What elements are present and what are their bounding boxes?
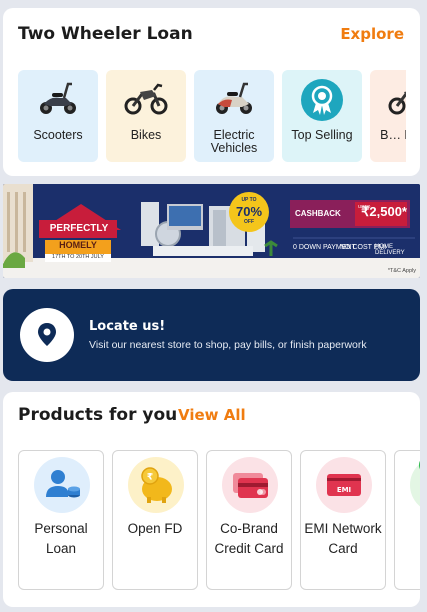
category-bikes[interactable]: Bikes bbox=[106, 70, 186, 162]
bike-icon bbox=[124, 78, 168, 118]
product-emi-network-card[interactable]: EMI EMI Network Card bbox=[300, 450, 386, 590]
bike-icon bbox=[388, 78, 406, 118]
products-title: Products for you bbox=[18, 405, 178, 425]
scooter-icon bbox=[36, 78, 80, 118]
category-label: Electric Vehicles bbox=[210, 128, 258, 155]
promo-banner[interactable]: PERFECTLY HOMELY 17TH TO 20TH JULY UP TO… bbox=[3, 184, 420, 278]
category-label: Scooters bbox=[33, 128, 83, 142]
svg-text:EMI: EMI bbox=[337, 486, 351, 494]
locate-title: Locate us! bbox=[89, 319, 166, 334]
category-top-selling[interactable]: Top Selling bbox=[282, 70, 362, 162]
piggy-bank-icon: ₹ bbox=[128, 457, 184, 513]
category-carousel[interactable]: Scooters Bikes Electric Vehicles Top Sel… bbox=[18, 70, 406, 162]
product-partial[interactable] bbox=[394, 450, 420, 590]
products-card: Products for you View All Personal Loan bbox=[3, 392, 420, 607]
category-partial[interactable]: B… Mile… bbox=[370, 70, 406, 162]
product-co-brand-credit-card[interactable]: Co-Brand Credit Card bbox=[206, 450, 292, 590]
locate-us-card[interactable]: Locate us! Visit our nearest store to sh… bbox=[3, 289, 420, 381]
offer-top: UP TO bbox=[241, 197, 257, 203]
category-scooters[interactable]: Scooters bbox=[18, 70, 98, 162]
offer-percent: 70% bbox=[235, 204, 263, 219]
product-personal-loan[interactable]: Personal Loan bbox=[18, 450, 104, 590]
two-wheeler-loan-card: Two Wheeler Loan Explore Scooters Bikes … bbox=[3, 8, 420, 176]
offer-bottom: OFF bbox=[244, 219, 254, 225]
svg-text:₹: ₹ bbox=[147, 473, 153, 483]
product-open-fd[interactable]: ₹ Open FD bbox=[112, 450, 198, 590]
product-label: Open FD bbox=[127, 521, 183, 536]
award-badge-icon bbox=[300, 78, 344, 121]
view-all-link[interactable]: View All bbox=[178, 406, 246, 424]
banner-tag-2: HOMELY bbox=[59, 240, 97, 250]
electric-scooter-icon bbox=[212, 78, 256, 118]
location-pin-icon bbox=[20, 308, 74, 362]
personal-loan-icon bbox=[34, 457, 90, 513]
tnc-note: *T&C Apply bbox=[387, 268, 416, 274]
category-label: Top Selling bbox=[291, 128, 353, 142]
category-label: Bikes bbox=[130, 128, 162, 142]
two-wheeler-title: Two Wheeler Loan bbox=[18, 24, 193, 44]
emi-card-icon: EMI bbox=[316, 457, 372, 513]
feature-home-delivery: HOME DELIVERY bbox=[375, 244, 405, 256]
credit-card-icon bbox=[222, 457, 278, 513]
explore-link[interactable]: Explore bbox=[340, 25, 404, 43]
partial-product-icon bbox=[410, 457, 420, 513]
product-label: Co-Brand Credit Card bbox=[214, 521, 284, 556]
banner-tag-1: PERFECTLY bbox=[49, 223, 109, 234]
locate-subtitle: Visit our nearest store to shop, pay bil… bbox=[89, 339, 367, 351]
category-label: B… Mile… bbox=[380, 128, 406, 142]
cashback-label: CASHBACK bbox=[295, 209, 341, 218]
cashback-amount: ₹2,500* bbox=[361, 204, 407, 219]
banner-dates: 17TH TO 20TH JULY bbox=[52, 254, 104, 260]
category-electric-vehicles[interactable]: Electric Vehicles bbox=[194, 70, 274, 162]
product-label: EMI Network Card bbox=[304, 521, 382, 556]
products-carousel[interactable]: Personal Loan ₹ Open FD Co-Brand Credit … bbox=[3, 450, 420, 592]
product-label: Personal Loan bbox=[34, 521, 88, 556]
